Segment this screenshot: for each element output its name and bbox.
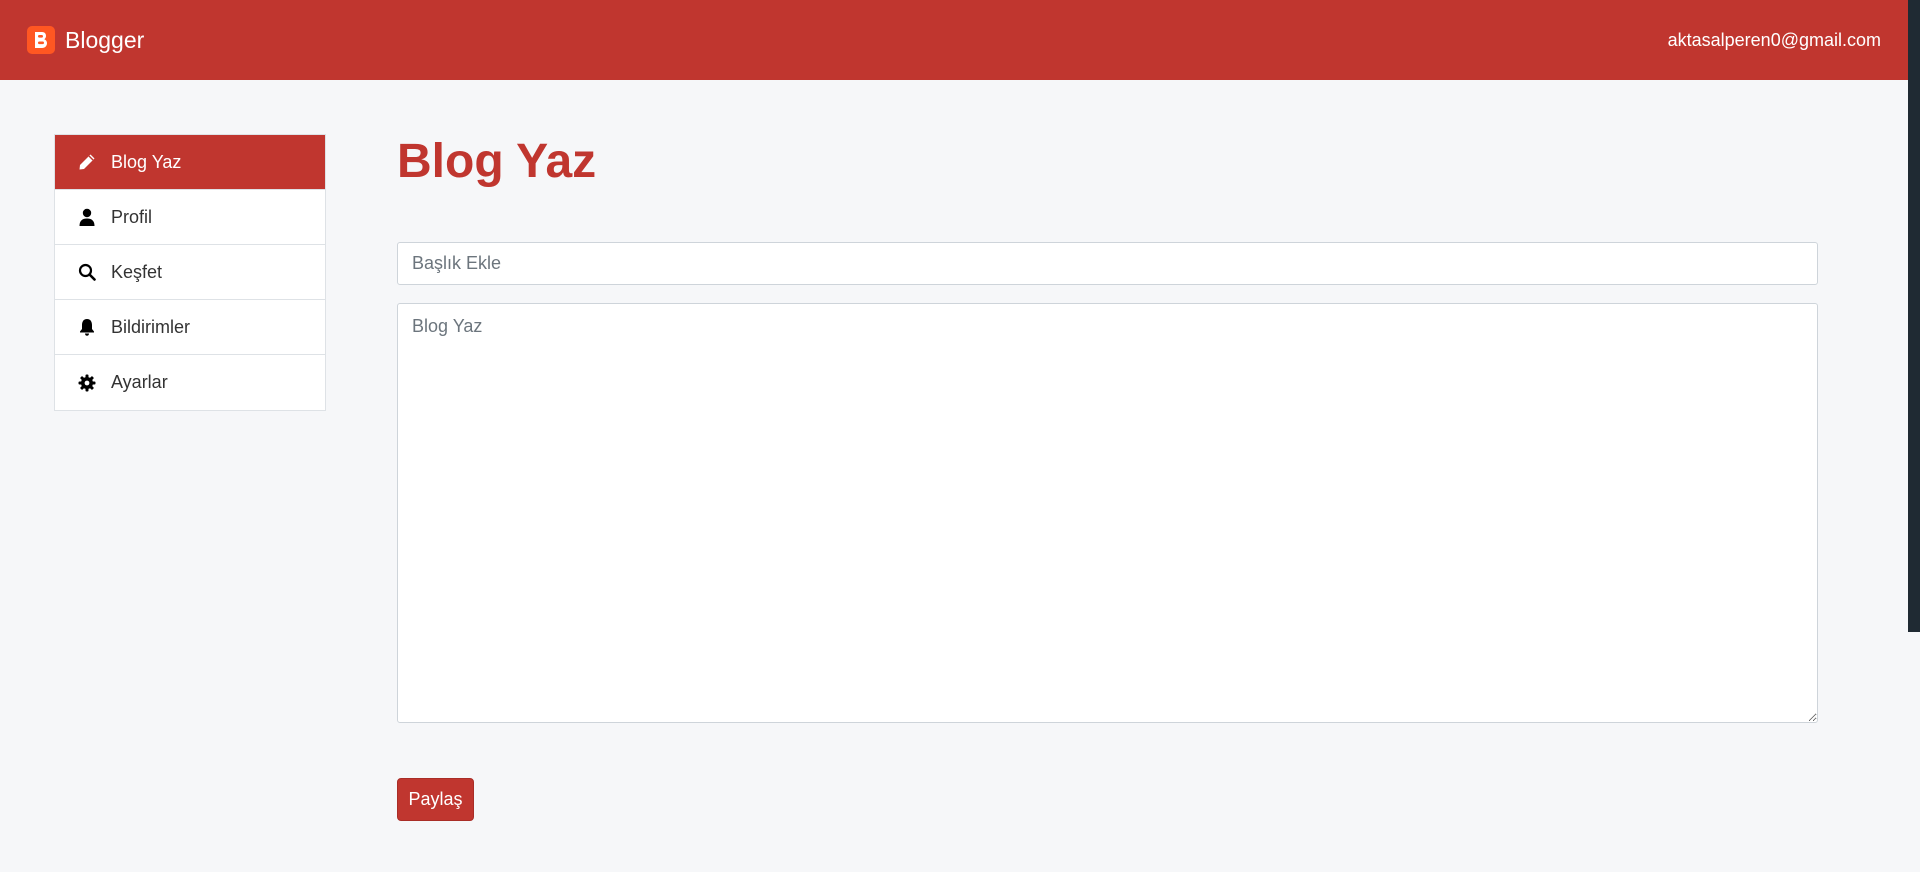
sidebar-item-bildirimler[interactable]: Bildirimler <box>55 300 325 355</box>
sidebar-item-label: Keşfet <box>111 261 163 282</box>
share-button[interactable]: Paylaş <box>397 778 474 821</box>
pencil-icon <box>77 152 97 172</box>
sidebar-item-label: Bildirimler <box>111 316 191 337</box>
sidebar-item-blog-yaz[interactable]: Blog Yaz <box>55 135 325 190</box>
bell-icon <box>77 317 97 337</box>
user-email[interactable]: aktasalperen0@gmail.com <box>1668 30 1881 51</box>
top-navbar: Blogger aktasalperen0@gmail.com <box>0 0 1908 80</box>
search-icon <box>77 262 97 282</box>
sidebar-item-label: Ayarlar <box>111 372 168 392</box>
brand[interactable]: Blogger <box>27 26 144 54</box>
gear-icon <box>77 373 97 393</box>
sidebar-item-profil[interactable]: Profil <box>55 190 325 245</box>
window-edge <box>1908 0 1920 632</box>
brand-name: Blogger <box>65 26 145 53</box>
blog-body-textarea[interactable] <box>397 303 1818 723</box>
sidebar-item-label: Blog Yaz <box>111 151 182 172</box>
user-icon <box>77 207 97 227</box>
blogger-logo-icon <box>27 26 55 54</box>
main-content: Blog Yaz Paylaş <box>397 130 1818 821</box>
title-input[interactable] <box>397 242 1818 285</box>
sidebar-item-ayarlar[interactable]: Ayarlar <box>55 355 325 410</box>
page-title: Blog Yaz <box>397 135 597 188</box>
sidebar-item-label: Profil <box>111 206 153 227</box>
sidebar-item-kesfet[interactable]: Keşfet <box>55 245 325 300</box>
sidebar-menu: Blog Yaz Profil Keşfet Bildirimler Ayarl… <box>54 134 326 411</box>
